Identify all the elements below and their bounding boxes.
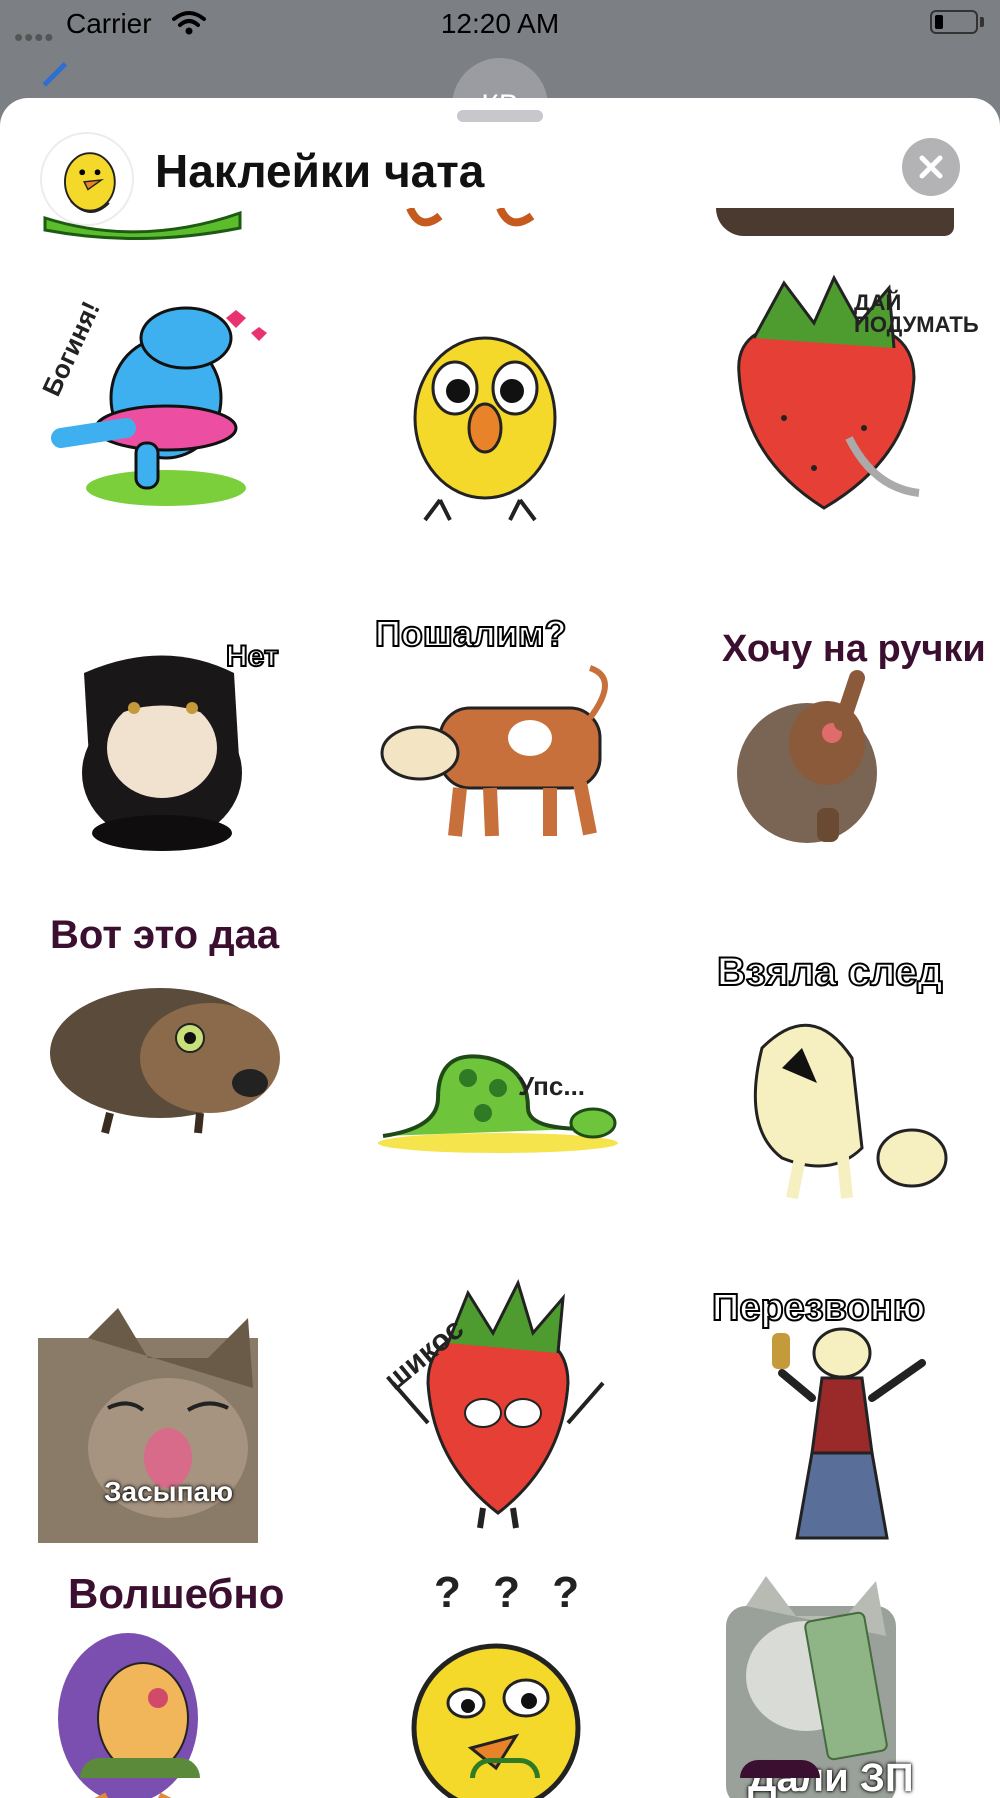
sticker-oops-snake[interactable]: Упс... [378,928,638,1178]
cat-icon [82,655,242,851]
sticker-wow-hedgehog[interactable]: Вот это даа [50,908,310,1158]
battery-level [935,15,943,29]
close-icon [919,155,943,179]
partial-sticker-top-right[interactable] [716,208,954,236]
sticker-amazed-chick[interactable] [370,288,630,538]
clock: 12:20 AM [440,8,560,39]
sticker-caption: ? ? ? [434,1568,590,1617]
sticker-caption: ДАЙ ПОДУМАТЬ [854,290,979,337]
sticker-hedgehog-hold-me[interactable]: Хочу на ручки [722,598,986,848]
sticker-no-cat[interactable]: Нет [64,618,324,868]
partial-sticker-top-middle[interactable] [400,208,540,234]
sticker-caption: Волшебно [68,1570,285,1617]
battery-cap [980,17,984,27]
partial-sticker-bottom-right[interactable] [740,1760,820,1778]
sheet-title: Наклейки чата [155,145,485,197]
close-button[interactable] [902,138,960,196]
cow-icon [753,1023,948,1200]
partial-sticker-bottom-middle[interactable] [470,1758,540,1778]
sticker-call-back-cow[interactable]: Перезвоню [711,1286,972,1563]
sticker-caption: Хочу на ручки [722,628,986,670]
sticker-caption: Перезвоню [711,1286,926,1330]
sticker-caption: Вот это даа [50,913,280,957]
sticker-tracking-cow[interactable]: Взяла след [716,949,982,1238]
snake-icon [378,1054,618,1153]
sticker-caption: Пошалим? [374,612,568,655]
sticker-naughty-cow[interactable]: Пошалим? [374,598,640,848]
sticker-caption: Упс... [518,1071,586,1101]
cow-icon [772,1327,926,1540]
chick-icon [413,336,557,522]
sticker-goddess-hippo[interactable]: Богиня! [36,278,296,528]
cat-icon [38,1308,258,1543]
partial-sticker-top-left[interactable] [40,208,250,240]
status-bar: •••• Carrier 12:20 AM [0,0,1000,52]
sticker-caption: Нет [225,639,280,674]
strawberry-icon [391,1278,605,1529]
sticker-caption: Взяла след [716,949,944,995]
sticker-sleepy-cat[interactable]: Засыпаю [38,1298,298,1548]
sticker-sheet: Наклейки чата Богиня! ДАЙ ПОДУМАТЬ Нет П… [0,98,1000,1798]
sticker-caption: Засыпаю [104,1476,233,1507]
sticker-thinking-strawberry[interactable]: ДАЙ ПОДУМАТЬ [714,274,979,528]
partial-sticker-bottom-left[interactable] [80,1758,200,1778]
sticker-chic-strawberry[interactable]: шикос [378,1278,648,1533]
battery-icon [930,10,978,34]
